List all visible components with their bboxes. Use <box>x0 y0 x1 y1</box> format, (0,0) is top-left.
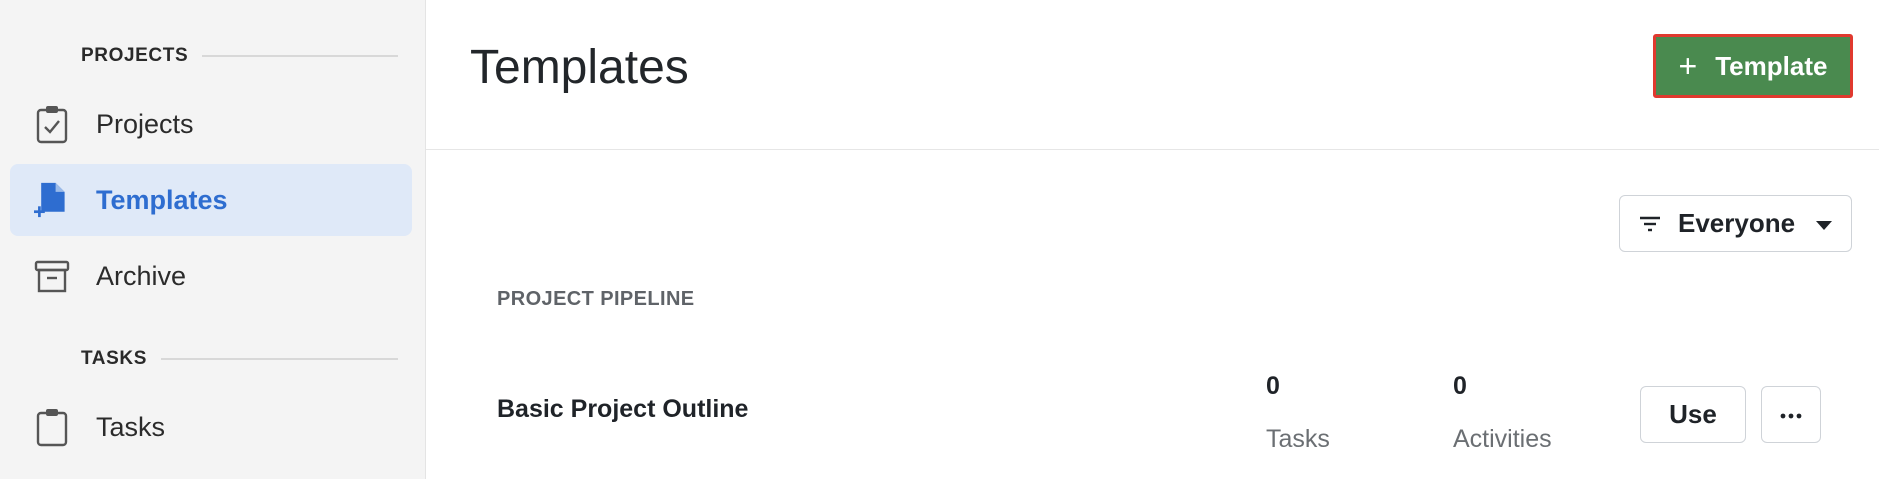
sidebar-item-label: Projects <box>96 108 194 139</box>
activities-label: Activities <box>1453 425 1552 453</box>
tasks-count: 0 <box>1266 372 1280 400</box>
tasks-stat: 0 Tasks <box>1266 372 1330 454</box>
sidebar: PROJECTS Projects Templates Archive TASK… <box>0 0 426 479</box>
archive-box-icon <box>34 256 70 296</box>
use-template-button[interactable]: Use <box>1640 386 1746 443</box>
page-header: Templates + Template <box>426 0 1879 150</box>
more-options-button[interactable] <box>1761 386 1821 443</box>
filter-icon <box>1638 214 1662 234</box>
add-template-button[interactable]: + Template <box>1653 34 1853 98</box>
owner-filter-dropdown[interactable]: Everyone <box>1619 195 1852 252</box>
plus-icon: + <box>1678 48 1698 84</box>
sidebar-item-label: Tasks <box>96 411 166 442</box>
add-template-label: Template <box>1715 50 1828 81</box>
sidebar-item-tasks[interactable]: Tasks <box>10 391 412 463</box>
section-label: TASKS <box>81 348 147 369</box>
activities-stat: 0 Activities <box>1453 372 1552 454</box>
group-label: PROJECT PIPELINE <box>497 288 695 310</box>
sidebar-item-templates[interactable]: Templates <box>10 164 412 236</box>
sidebar-item-projects[interactable]: Projects <box>10 88 412 160</box>
filter-selected-value: Everyone <box>1678 208 1796 238</box>
tasks-label: Tasks <box>1266 425 1330 453</box>
clipboard-icon <box>34 407 70 447</box>
sidebar-item-archive[interactable]: Archive <box>10 240 412 312</box>
more-horizontal-icon <box>1780 406 1802 424</box>
main-content: Templates + Template Everyone PROJECT PI… <box>426 0 1879 479</box>
section-header-tasks: TASKS <box>81 348 398 370</box>
app-root: PROJECTS Projects Templates Archive TASK… <box>0 0 1879 479</box>
template-name[interactable]: Basic Project Outline <box>497 395 748 424</box>
divider <box>160 358 398 360</box>
page-title: Templates <box>470 41 689 94</box>
activities-count: 0 <box>1453 372 1467 400</box>
clipboard-check-icon <box>34 104 70 144</box>
template-add-icon <box>34 180 70 220</box>
section-label: PROJECTS <box>81 45 189 66</box>
sidebar-item-label: Templates <box>96 184 228 215</box>
sidebar-item-label: Archive <box>96 260 187 291</box>
divider <box>202 55 398 57</box>
caret-down-icon <box>1815 218 1833 230</box>
section-header-projects: PROJECTS <box>81 45 398 67</box>
